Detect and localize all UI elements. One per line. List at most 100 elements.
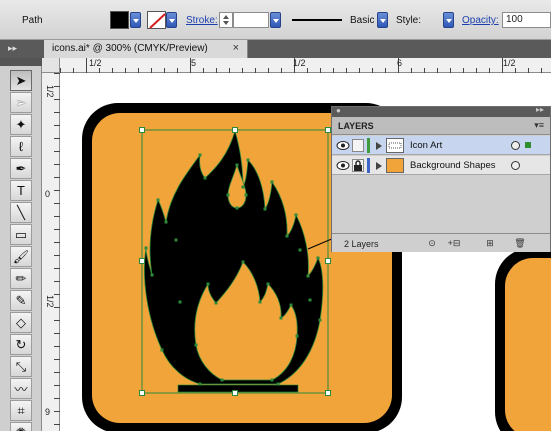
tools-panel: ➤➢✦ℓ✒T╲▭🖌✏✎◇↻⤡〰⌗✺ [0,58,42,431]
create-sublayer-icon[interactable]: +⊟ [446,237,462,250]
layer-color-bar [367,138,370,153]
anchor-point [174,238,178,242]
layer-thumbnail [386,158,404,173]
anchor-point [178,300,182,304]
ruler-label: 1/2 [45,295,55,308]
layer-name[interactable]: Icon Art [410,140,442,151]
anchor-point [318,318,322,322]
visibility-eye-icon[interactable] [336,140,350,151]
anchor-point [226,193,230,197]
selection-indicator[interactable] [525,142,531,148]
direct-selection-icon[interactable]: ➢ [10,92,32,113]
ruler-label: 9 [45,407,51,417]
anchor-point [198,382,202,386]
ruler-label: 1/2 [45,85,55,98]
eraser-icon[interactable]: ◇ [10,312,32,333]
selection-icon[interactable]: ➤ [10,70,32,91]
anchor-point [150,273,154,277]
paintbrush-icon[interactable]: 🖌 [10,246,32,267]
layers-panel-titlebar[interactable]: ● ▸▸ [332,105,550,117]
lasso-icon[interactable]: ℓ [10,136,32,157]
resize-handle [325,127,331,133]
expand-triangle-icon[interactable] [376,162,382,170]
ruler-label: 1/2 [503,58,516,68]
anchor-point [241,185,245,189]
anchor-point [258,300,262,304]
anchor-point [285,234,289,238]
no-stroke-icon [149,13,166,29]
resize-handle [325,258,331,264]
type-icon[interactable]: T [10,180,32,201]
brush-stroke-preview [292,19,342,21]
layers-panel: ● ▸▸ LAYERS ▾≡ Icon Art Background Shape… [331,105,551,252]
fill-swatch[interactable] [110,11,129,29]
object-type-label: Path [22,15,43,26]
close-icon[interactable]: × [233,42,239,54]
anchor-point [214,301,218,305]
panel-menu-icon[interactable]: ▾≡ [534,120,544,131]
new-layer-icon[interactable]: ⊞ [482,237,498,250]
layer-row-background-shapes[interactable]: Background Shapes [332,156,550,175]
anchor-point [164,220,168,224]
stroke-dropdown-button[interactable] [166,12,177,28]
anchor-point [279,316,283,320]
anchor-point [316,256,320,260]
resize-handle [232,390,238,396]
vertical-ruler[interactable]: 1/2 0 1/2 9 [42,73,60,431]
lock-icon[interactable] [352,159,364,172]
layer-target-icon[interactable] [511,161,520,170]
document-tab-strip: ▸▸ icons.ai* @ 300% (CMYK/Preview) × [0,40,551,58]
rectangle-icon[interactable]: ▭ [10,224,32,245]
brush-dropdown-button[interactable] [377,12,388,28]
resize-handle [139,127,145,133]
anchor-point [298,248,302,252]
ruler-origin[interactable] [42,58,60,73]
layers-tab[interactable]: LAYERS ▾≡ [332,117,550,135]
magic-wand-icon[interactable]: ✦ [10,114,32,135]
layer-name[interactable]: Background Shapes [410,160,496,171]
stroke-swatch[interactable] [147,11,166,29]
fill-dropdown-button[interactable] [130,12,141,28]
ruler-label: 6 [397,58,403,68]
opacity-label[interactable]: Opacity: [462,15,499,26]
resize-handle [325,390,331,396]
anchor-point [198,153,202,157]
make-clipping-mask-icon[interactable]: ⊙ [424,237,440,250]
rotate-icon[interactable]: ↻ [10,334,32,355]
pencil-icon[interactable]: ✏ [10,268,32,289]
opacity-field[interactable]: 100 [502,12,551,28]
layer-count: 2 Layers [344,239,379,249]
second-icon-fill[interactable] [505,258,551,431]
stroke-label[interactable]: Stroke: [186,15,218,26]
stroke-weight-stepper[interactable] [219,12,233,28]
line-segment-icon[interactable]: ╲ [10,202,32,223]
anchor-point [263,207,267,211]
anchor-point [160,348,164,352]
document-tab[interactable]: icons.ai* @ 300% (CMYK/Preview) × [44,40,248,58]
layer-row-icon-art[interactable]: Icon Art [332,136,550,155]
expand-triangle-icon[interactable] [376,142,382,150]
free-transform-icon[interactable]: ⌗ [10,400,32,421]
stroke-weight-dropdown[interactable] [270,12,281,28]
anchor-point [194,343,198,347]
anchor-point [289,303,293,307]
pen-icon[interactable]: ✒ [10,158,32,179]
style-dropdown-button[interactable] [443,12,454,28]
resize-handle [139,390,145,396]
collapse-icon[interactable]: ▸▸ [8,43,17,54]
panel-collapse-icon[interactable]: ▸▸ [536,105,544,114]
blob-brush-icon[interactable]: ✎ [10,290,32,311]
horizontal-ruler[interactable]: 1/2 5 1/2 6 1/2 [60,58,551,73]
style-label: Style: [396,15,422,26]
layer-target-icon[interactable] [511,141,520,150]
visibility-eye-icon[interactable] [336,160,350,171]
anchor-point [144,246,148,250]
symbol-sprayer-icon[interactable]: ✺ [10,422,32,431]
warp-icon[interactable]: 〰 [10,378,32,399]
panel-close-icon[interactable]: ● [336,106,341,115]
scale-icon[interactable]: ⤡ [10,356,32,377]
anchor-point [235,163,239,167]
delete-layer-icon[interactable]: 🗑 [512,237,528,250]
stroke-weight-field[interactable] [233,12,269,28]
lock-toggle[interactable] [352,139,364,152]
